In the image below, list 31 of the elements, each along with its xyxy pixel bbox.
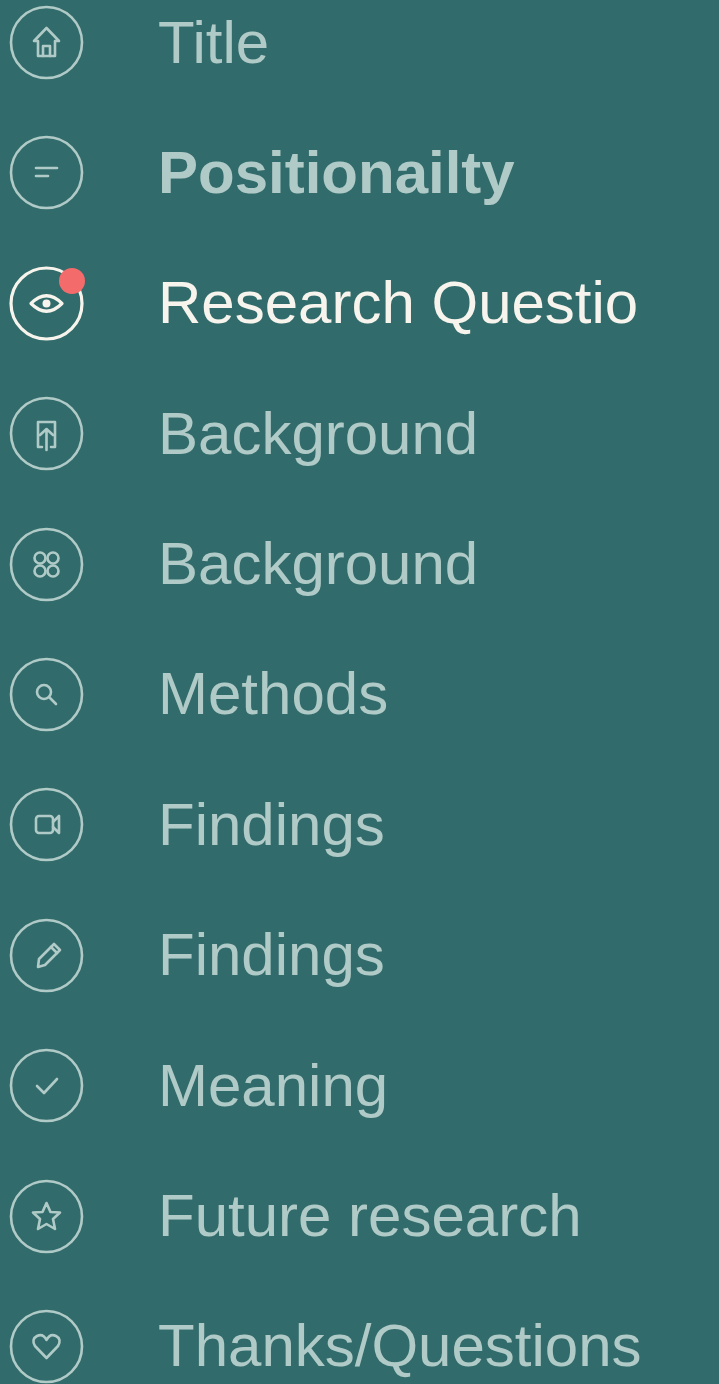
menu-label: Positionailty — [158, 142, 515, 203]
checkmark-icon — [9, 1048, 84, 1124]
menu-label: Thanks/Questions — [158, 1316, 642, 1377]
menu-item[interactable]: Thanks/Questions — [9, 1308, 719, 1384]
menu-item[interactable]: Findings — [9, 917, 719, 993]
menu-item[interactable]: Positionailty — [9, 135, 719, 211]
menu-label: Findings — [158, 925, 385, 986]
menu-item[interactable]: Background — [9, 526, 719, 602]
search-icon — [9, 656, 84, 732]
menu-label: Future research — [158, 1186, 582, 1246]
menu-item[interactable]: Title — [9, 5, 719, 80]
menu-label: Background — [158, 534, 479, 595]
menu-label: Background — [158, 403, 479, 464]
house-icon — [9, 5, 84, 80]
menu-label: Findings — [158, 794, 385, 855]
menu-label: Title — [158, 12, 270, 73]
video-camera-icon — [9, 787, 84, 863]
menu-item[interactable]: Methods — [9, 656, 719, 732]
menu-label: Research Questio — [158, 273, 639, 334]
menu-item[interactable]: Background — [9, 396, 719, 472]
circles-icon — [9, 526, 84, 602]
menu-item[interactable]: Future research — [9, 1178, 719, 1254]
lines-icon — [9, 135, 84, 211]
menu-item[interactable]: Research Questio — [9, 265, 719, 341]
menu-item[interactable]: Findings — [9, 787, 719, 863]
eye-icon — [9, 265, 84, 341]
upload-icon — [9, 396, 84, 472]
menu-label: Meaning — [158, 1055, 389, 1116]
pencil-icon — [9, 917, 84, 993]
menu-item[interactable]: Meaning — [9, 1048, 719, 1124]
menu-label: Methods — [158, 664, 389, 725]
